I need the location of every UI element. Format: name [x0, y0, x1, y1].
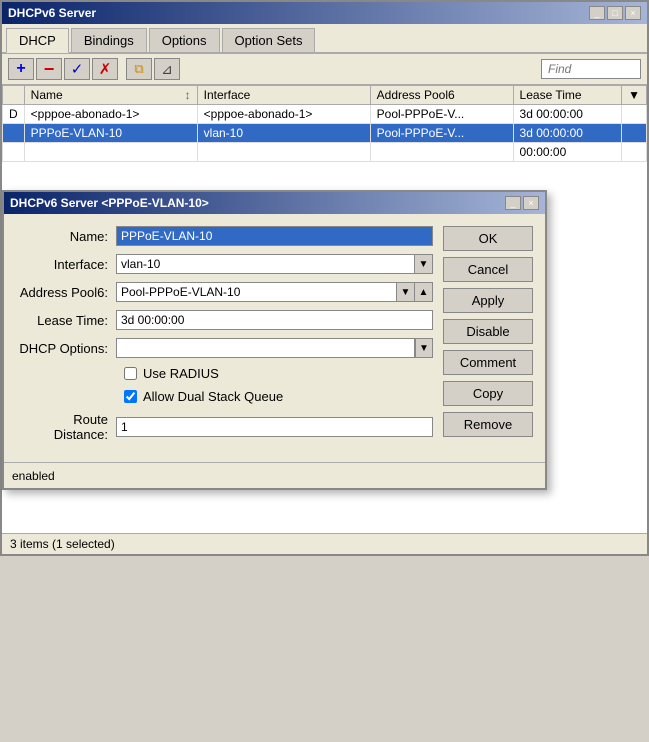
lease-time-label: Lease Time:: [16, 313, 116, 328]
row-interface: <pppoe-abonado-1>: [197, 105, 370, 124]
modal-form: Name: Interface: ▼ Address Pool6:: [16, 226, 433, 450]
modal-overlay: DHCPv6 Server <PPPoE-VLAN-10> _ × Name:: [2, 190, 647, 742]
dhcp-options-dropdown-button[interactable]: ▼: [415, 338, 433, 358]
row-flag: [3, 124, 25, 143]
minimize-button[interactable]: _: [589, 6, 605, 20]
tab-dhcp[interactable]: DHCP: [6, 28, 69, 53]
cancel-button[interactable]: Cancel: [443, 257, 533, 282]
name-field-row: Name:: [16, 226, 433, 246]
row-interface: [197, 143, 370, 162]
col-lease[interactable]: Lease Time: [513, 86, 622, 105]
col-name[interactable]: Name ↕: [24, 86, 197, 105]
dhcp-options-input[interactable]: [116, 338, 415, 358]
confirm-button[interactable]: ✓: [64, 58, 90, 80]
tab-bindings[interactable]: Bindings: [71, 28, 147, 52]
apply-button[interactable]: Apply: [443, 288, 533, 313]
copy-icon: ⧉: [134, 61, 143, 77]
pool-up-button[interactable]: ▲: [415, 282, 433, 302]
row-interface: vlan-10: [197, 124, 370, 143]
dhcp-options-input-container: ▼: [116, 338, 433, 358]
table-row[interactable]: 00:00:00: [3, 143, 647, 162]
interface-input[interactable]: [116, 254, 415, 274]
use-radius-row: Use RADIUS: [124, 366, 433, 381]
lease-time-field-row: Lease Time:: [16, 310, 433, 330]
name-input[interactable]: [116, 226, 433, 246]
window-controls: _ □ ×: [589, 6, 641, 20]
comment-button[interactable]: Comment: [443, 350, 533, 375]
modal-dialog: DHCPv6 Server <PPPoE-VLAN-10> _ × Name:: [2, 190, 547, 490]
pool-dropdown-button[interactable]: ▼: [397, 282, 415, 302]
cancel-button[interactable]: ✗: [92, 58, 118, 80]
remove-button[interactable]: −: [36, 58, 62, 80]
title-bar: DHCPv6 Server _ □ ×: [2, 2, 647, 24]
interface-input-container: ▼: [116, 254, 433, 274]
address-pool-field-row: Address Pool6: ▼ ▲: [16, 282, 433, 302]
table-row[interactable]: PPPoE-VLAN-10 vlan-10 Pool-PPPoE-V... 3d…: [3, 124, 647, 143]
pool-input-container: ▼ ▲: [116, 282, 433, 302]
dhcp-options-label: DHCP Options:: [16, 341, 116, 356]
address-pool-label: Address Pool6:: [16, 285, 116, 300]
window-title: DHCPv6 Server: [8, 6, 96, 20]
table-row[interactable]: D <pppoe-abonado-1> <pppoe-abonado-1> Po…: [3, 105, 647, 124]
route-distance-field-row: Route Distance:: [16, 412, 433, 442]
row-pool: Pool-PPPoE-V...: [370, 105, 513, 124]
modal-buttons: OK Cancel Apply Disable Comment Copy Rem…: [443, 226, 533, 450]
row-flag: D: [3, 105, 25, 124]
maximize-button[interactable]: □: [607, 6, 623, 20]
use-radius-label: Use RADIUS: [143, 366, 219, 381]
row-lease: 3d 00:00:00: [513, 105, 622, 124]
name-label: Name:: [16, 229, 116, 244]
dhcp-options-field-row: DHCP Options: ▼: [16, 338, 433, 358]
route-distance-input[interactable]: [116, 417, 433, 437]
pool-input[interactable]: [116, 282, 397, 302]
disable-button[interactable]: Disable: [443, 319, 533, 344]
ok-button[interactable]: OK: [443, 226, 533, 251]
use-radius-checkbox[interactable]: [124, 367, 137, 380]
interface-field-row: Interface: ▼: [16, 254, 433, 274]
row-flag: [3, 143, 25, 162]
interface-label: Interface:: [16, 257, 116, 272]
modal-footer: enabled: [4, 462, 545, 488]
plus-icon: +: [16, 60, 25, 78]
copy-toolbar-button[interactable]: ⧉: [126, 58, 152, 80]
filter-button[interactable]: ⊿: [154, 58, 180, 80]
row-name: PPPoE-VLAN-10: [24, 124, 197, 143]
modal-title-text: DHCPv6 Server <PPPoE-VLAN-10>: [10, 196, 209, 210]
row-lease: 3d 00:00:00: [513, 124, 622, 143]
x-icon: ✗: [99, 60, 112, 78]
modal-title-bar: DHCPv6 Server <PPPoE-VLAN-10> _ ×: [4, 192, 545, 214]
col-dropdown[interactable]: ▼: [622, 86, 647, 105]
tab-options[interactable]: Options: [149, 28, 220, 52]
route-distance-label: Route Distance:: [16, 412, 116, 442]
find-input[interactable]: [541, 59, 641, 79]
row-pool: Pool-PPPoE-V...: [370, 124, 513, 143]
allow-dual-stack-checkbox[interactable]: [124, 390, 137, 403]
close-button[interactable]: ×: [625, 6, 641, 20]
col-flag: [3, 86, 25, 105]
modal-minimize-button[interactable]: _: [505, 196, 521, 210]
modal-close-button[interactable]: ×: [523, 196, 539, 210]
row-pool: [370, 143, 513, 162]
minus-icon: −: [44, 59, 55, 80]
remove-button[interactable]: Remove: [443, 412, 533, 437]
toolbar: + − ✓ ✗ ⧉ ⊿: [2, 54, 647, 85]
col-interface[interactable]: Interface: [197, 86, 370, 105]
copy-dialog-button[interactable]: Copy: [443, 381, 533, 406]
filter-icon: ⊿: [161, 61, 173, 78]
allow-dual-stack-label: Allow Dual Stack Queue: [143, 389, 283, 404]
interface-dropdown-button[interactable]: ▼: [415, 254, 433, 274]
allow-dual-stack-row: Allow Dual Stack Queue: [124, 389, 433, 404]
modal-body: Name: Interface: ▼ Address Pool6:: [4, 214, 545, 462]
col-pool[interactable]: Address Pool6: [370, 86, 513, 105]
add-button[interactable]: +: [8, 58, 34, 80]
row-name: <pppoe-abonado-1>: [24, 105, 197, 124]
dhcp-table: Name ↕ Interface Address Pool6 Lease Tim…: [2, 85, 647, 162]
row-lease: 00:00:00: [513, 143, 622, 162]
tab-option-sets[interactable]: Option Sets: [222, 28, 316, 52]
row-name: [24, 143, 197, 162]
check-icon: ✓: [71, 60, 84, 78]
tab-bar: DHCP Bindings Options Option Sets: [2, 24, 647, 54]
lease-time-input[interactable]: [116, 310, 433, 330]
modal-status: enabled: [12, 469, 55, 483]
